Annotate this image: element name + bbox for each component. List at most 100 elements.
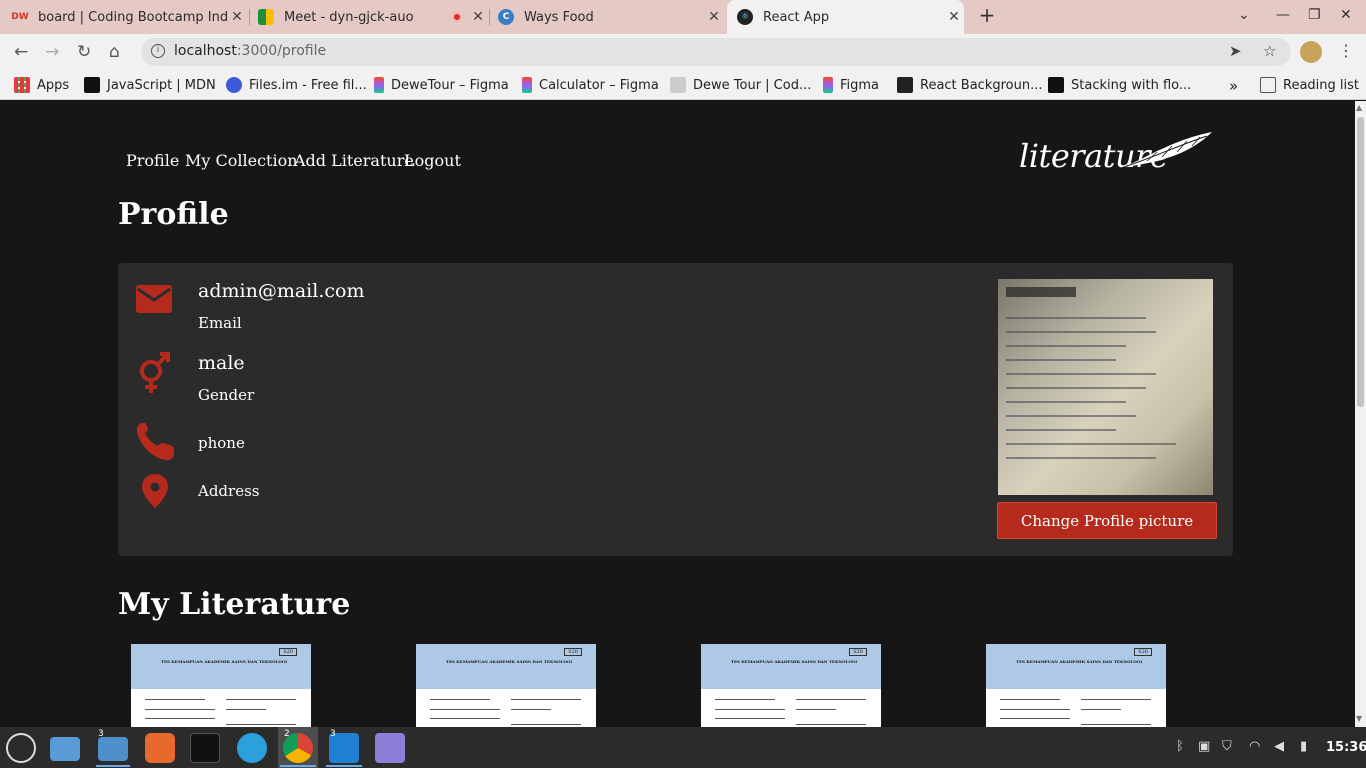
email-icon xyxy=(136,285,172,313)
new-tab-button[interactable]: + xyxy=(976,3,998,27)
browser-tab-strip: DW board | Coding Bootcamp Ind ✕ Meet - … xyxy=(0,0,1366,34)
send-icon[interactable]: ➤ xyxy=(1229,42,1242,60)
text-editor-icon[interactable] xyxy=(375,733,405,763)
bookmarks-overflow[interactable]: » xyxy=(1229,77,1238,95)
dumbways-icon: DW xyxy=(11,12,29,22)
bookmark-files[interactable]: Files.im - Free fil... xyxy=(226,77,367,93)
react-bg-icon xyxy=(897,77,913,93)
close-tab-icon[interactable]: ✕ xyxy=(944,9,964,25)
page-title: Profile xyxy=(118,197,229,232)
tab-search-chevron-icon[interactable]: ⌄ xyxy=(1238,7,1250,23)
nav-logout[interactable]: Logout xyxy=(404,151,461,170)
nav-profile[interactable]: Profile xyxy=(126,151,179,170)
meet-icon xyxy=(258,9,274,25)
scroll-down-icon[interactable]: ▼ xyxy=(1356,714,1362,723)
tab-waysfood[interactable]: C Ways Food ✕ xyxy=(498,0,724,34)
app-page: Profile My Collection Add Literature Log… xyxy=(0,101,1355,727)
home-icon[interactable]: ⌂ xyxy=(109,42,120,62)
tab-title: board | Coding Bootcamp Ind xyxy=(38,9,227,25)
scroll-up-icon[interactable]: ▲ xyxy=(1356,103,1362,112)
react-icon: ⚛ xyxy=(737,9,753,25)
literature-code: S20 xyxy=(1134,648,1152,656)
files-folder-icon[interactable] xyxy=(50,737,80,761)
profile-avatar[interactable] xyxy=(1300,41,1322,63)
scrollbar-thumb[interactable] xyxy=(1357,117,1364,407)
literature-card[interactable]: S20 TES KEMAMPUAN AKADEMIK SAINS DAN TEKN… xyxy=(986,644,1166,727)
tab-meet[interactable]: Meet - dyn-gjck-auo ✕ xyxy=(258,0,488,34)
bookmark-label: DeweTour – Figma xyxy=(391,77,509,93)
shield-icon[interactable]: ⛉ xyxy=(1222,739,1232,754)
os-taskbar: 3 2 3 ᛒ ▣ ⛉ ◠ ◀ ▮ 15:36 xyxy=(0,727,1366,768)
bookmark-star-icon[interactable]: ☆ xyxy=(1263,42,1276,60)
reading-list-label: Reading list xyxy=(1283,77,1359,93)
close-tab-icon[interactable]: ✕ xyxy=(704,9,724,25)
reload-icon[interactable]: ↻ xyxy=(77,42,91,62)
file-manager-icon[interactable] xyxy=(98,737,128,761)
bookmark-apps[interactable]: Apps xyxy=(14,77,69,93)
nav-my-collection[interactable]: My Collection xyxy=(185,151,298,170)
tab-separator xyxy=(489,9,490,25)
volume-icon[interactable]: ◀ xyxy=(1274,739,1284,754)
figma-icon xyxy=(823,77,833,93)
forward-icon[interactable]: → xyxy=(45,42,59,62)
maximize-icon[interactable]: ❐ xyxy=(1308,7,1321,23)
minimize-icon[interactable]: — xyxy=(1276,7,1290,23)
close-tab-icon[interactable]: ✕ xyxy=(468,9,488,25)
figma-icon xyxy=(522,77,532,93)
browser-toolbar: ← → ↻ ⌂ i localhost:3000/profile ➤ ☆ ⋮ xyxy=(0,34,1366,70)
files-icon xyxy=(226,77,242,93)
tab-title: Ways Food xyxy=(524,9,594,25)
bluetooth-icon[interactable]: ᛒ xyxy=(1176,739,1184,754)
menu-icon[interactable]: ⋮ xyxy=(1338,41,1354,60)
recording-icon xyxy=(452,12,462,22)
bookmark-label: Dewe Tour | Cod... xyxy=(693,77,812,93)
file-manager-badge: 3 xyxy=(98,729,104,739)
telegram-icon[interactable] xyxy=(237,733,267,763)
literature-code: S20 xyxy=(849,648,867,656)
literature-code: S20 xyxy=(564,648,582,656)
battery-icon[interactable]: ▮ xyxy=(1300,739,1307,754)
clipboard-icon[interactable]: ▣ xyxy=(1198,739,1210,754)
page-scrollbar[interactable]: ▲ ▼ xyxy=(1355,101,1366,727)
url-text: localhost:3000/profile xyxy=(174,43,326,59)
feather-icon xyxy=(1120,132,1212,169)
bookmark-calculator-figma[interactable]: Calculator – Figma xyxy=(522,77,659,93)
literature-heading: TES KEMAMPUAN AKADEMIK SAINS DAN TEKNOLO… xyxy=(446,659,573,664)
terminal-icon[interactable] xyxy=(190,733,220,763)
tab-react-app[interactable]: ⚛ React App ✕ xyxy=(727,0,964,34)
gender-icon xyxy=(140,352,170,393)
reading-list-button[interactable]: Reading list xyxy=(1260,77,1359,93)
close-tab-icon[interactable]: ✕ xyxy=(227,9,247,25)
address-bar[interactable]: i localhost:3000/profile ➤ ☆ xyxy=(141,38,1291,66)
waysfood-icon: C xyxy=(498,9,514,25)
url-host: localhost xyxy=(174,43,237,59)
bookmark-mdn[interactable]: JavaScript | MDN xyxy=(84,77,216,93)
site-info-icon[interactable]: i xyxy=(151,44,165,58)
literature-card[interactable]: S20 TES KEMAMPUAN AKADEMIK SAINS DAN TEKN… xyxy=(131,644,311,727)
firefox-icon[interactable] xyxy=(145,733,175,763)
back-icon[interactable]: ← xyxy=(14,42,28,62)
bookmark-figma[interactable]: Figma xyxy=(823,77,879,93)
literature-card[interactable]: S20 TES KEMAMPUAN AKADEMIK SAINS DAN TEKN… xyxy=(701,644,881,727)
change-profile-picture-button[interactable]: Change Profile picture xyxy=(997,502,1217,539)
bookmark-dewetour-figma[interactable]: DeweTour – Figma xyxy=(374,77,509,93)
literature-card[interactable]: S20 TES KEMAMPUAN AKADEMIK SAINS DAN TEKN… xyxy=(416,644,596,727)
bookmark-dewetour[interactable]: Dewe Tour | Cod... xyxy=(670,77,811,93)
email-value: admin@mail.com xyxy=(198,280,365,302)
bookmark-stacking[interactable]: Stacking with flo... xyxy=(1048,77,1191,93)
tab-title: React App xyxy=(763,9,830,25)
close-window-icon[interactable]: ✕ xyxy=(1340,7,1352,23)
active-indicator xyxy=(326,765,362,767)
mint-menu-icon[interactable] xyxy=(6,733,36,763)
bookmarks-bar: Apps JavaScript | MDN Files.im - Free fi… xyxy=(0,70,1366,100)
email-label: Email xyxy=(198,314,242,332)
wifi-icon[interactable]: ◠ xyxy=(1249,739,1260,754)
nav-add-literature[interactable]: Add Literature xyxy=(294,151,414,170)
url-path: :3000/profile xyxy=(236,43,327,59)
bookmark-label: JavaScript | MDN xyxy=(107,77,216,93)
profile-picture xyxy=(998,279,1213,495)
bookmark-react-background[interactable]: React Backgroun... xyxy=(897,77,1043,93)
tab-dumbways[interactable]: DW board | Coding Bootcamp Ind ✕ xyxy=(11,0,247,34)
taskbar-clock[interactable]: 15:36 xyxy=(1326,740,1366,755)
profile-card: admin@mail.com Email male Gender phone A… xyxy=(118,263,1233,556)
